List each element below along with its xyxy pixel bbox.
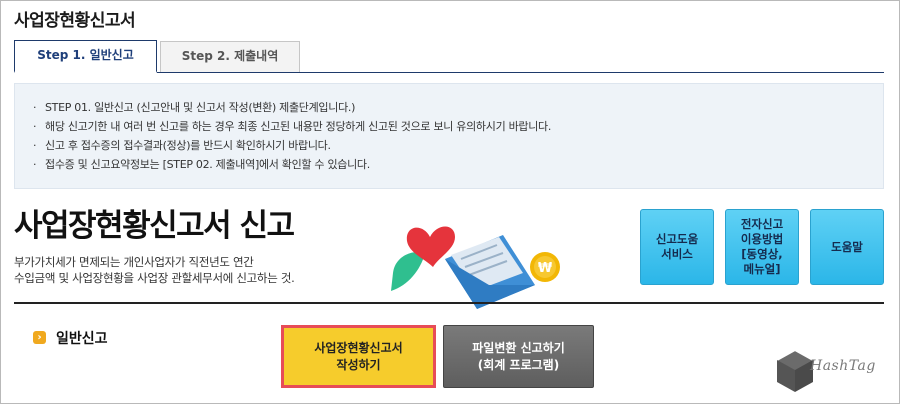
envelope-illustration: ₩ xyxy=(391,226,560,309)
bullet-icon: · xyxy=(33,101,37,114)
chevron-right-icon: › xyxy=(33,331,46,344)
write-report-button[interactable]: 사업장현황신고서 작성하기 xyxy=(281,325,436,388)
won-coin-icon: ₩ xyxy=(530,252,560,282)
step-tabs: Step 1. 일반신고 Step 2. 제출내역 xyxy=(14,40,884,73)
filing-help-service-button[interactable]: 신고도움 서비스 xyxy=(640,209,714,285)
page-title: 사업장현황신고서 xyxy=(14,11,136,31)
notice-item: · 신고 후 접수증의 접수결과(정상)를 반드시 확인하시기 바랍니다. xyxy=(33,136,883,155)
tab-step1-general-filing[interactable]: Step 1. 일반신고 xyxy=(14,40,157,73)
section-label: 일반신고 xyxy=(56,331,108,347)
section-divider xyxy=(14,302,884,304)
notice-item: · 접수증 및 신고요약정보는 [STEP 02. 제출내역]에서 확인할 수 있… xyxy=(33,155,883,174)
help-button[interactable]: 도움말 xyxy=(810,209,884,285)
leaf-icon xyxy=(391,251,425,291)
envelope-icon xyxy=(445,235,535,309)
watermark-text: HashTag xyxy=(810,358,876,374)
tab-step2-submission-history[interactable]: Step 2. 제출내역 xyxy=(160,41,300,72)
notice-item: · STEP 01. 일반신고 (신고안내 및 신고서 작성(변환) 제출단계입니… xyxy=(33,98,883,117)
e-filing-guide-button[interactable]: 전자신고 이용방법 [동영상, 메뉴얼] xyxy=(725,209,799,285)
file-convert-filing-button[interactable]: 파일변환 신고하기 (회계 프로그램) xyxy=(443,325,594,388)
bullet-icon: · xyxy=(33,120,37,133)
bullet-icon: · xyxy=(33,158,37,171)
notice-box: · STEP 01. 일반신고 (신고안내 및 신고서 작성(변환) 제출단계입니… xyxy=(14,83,884,189)
hero-description: 부가가치세가 면제되는 개인사업자가 직전년도 연간 수입금액 및 사업장현황을… xyxy=(14,255,295,285)
notice-item: · 해당 신고기한 내 여러 번 신고를 하는 경우 최종 신고된 내용만 정당하… xyxy=(33,117,883,136)
bullet-icon: · xyxy=(33,139,37,152)
hero-title: 사업장현황신고서 신고 xyxy=(14,208,295,244)
svg-text:₩: ₩ xyxy=(538,261,553,276)
